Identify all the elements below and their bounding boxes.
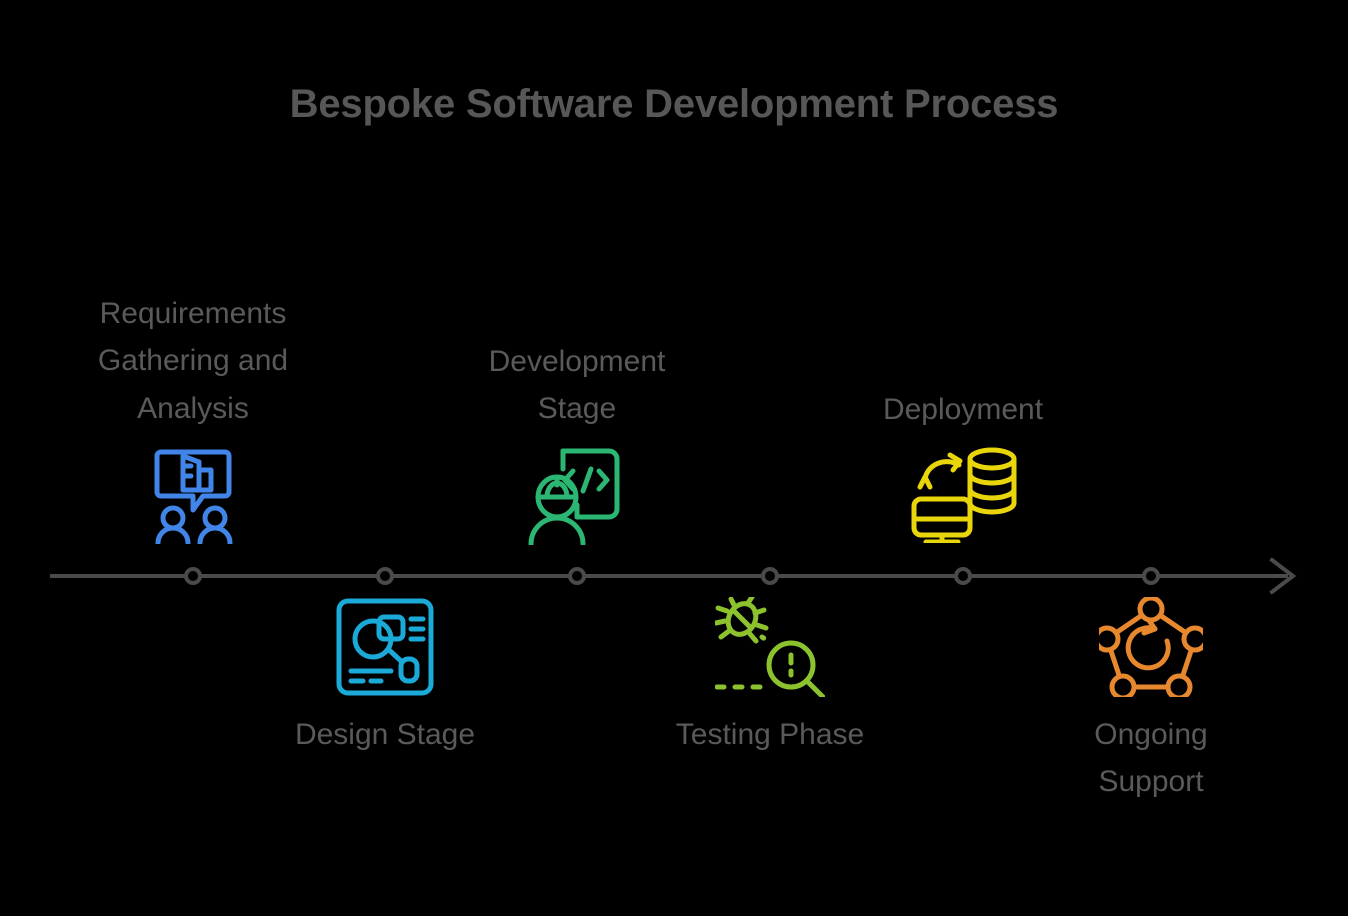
milestone-testing[interactable]: Testing Phase [620, 597, 920, 758]
milestone-label-development: Development Stage [488, 345, 666, 426]
tick-marker [376, 567, 394, 585]
milestone-label-design: Design Stage [294, 718, 476, 751]
axis-arrowhead-icon [1269, 557, 1297, 595]
milestone-support[interactable]: Ongoing Support [1001, 597, 1301, 806]
timeline-infographic: Bespoke Software Development Process Req… [0, 0, 1348, 916]
milestone-label-requirements: Requirements Gathering and Analysis [97, 297, 289, 425]
network-refresh-icon [1099, 597, 1203, 697]
page-title: Bespoke Software Development Process [289, 82, 1059, 126]
bug-magnifier-icon [715, 597, 825, 697]
developer-code-icon [525, 445, 629, 545]
server-sync-icon [908, 445, 1018, 544]
axis-tick-markers [184, 567, 1160, 585]
design-board-icon [335, 597, 435, 697]
tick-marker [761, 567, 779, 585]
tick-marker [184, 567, 202, 585]
milestone-label-testing: Testing Phase [675, 718, 865, 751]
milestone-label-deployment: Deployment [882, 393, 1044, 426]
milestone-development[interactable]: Development Stage [427, 338, 727, 545]
milestone-requirements[interactable]: Requirements Gathering and Analysis [43, 290, 343, 545]
tick-marker [1142, 567, 1160, 585]
milestone-deployment[interactable]: Deployment [813, 386, 1113, 544]
tick-marker [568, 567, 586, 585]
discussion-chart-icon [141, 444, 245, 545]
milestone-design[interactable]: Design Stage [235, 597, 535, 758]
milestone-label-support: Ongoing Support [1094, 718, 1208, 799]
tick-marker [954, 567, 972, 585]
